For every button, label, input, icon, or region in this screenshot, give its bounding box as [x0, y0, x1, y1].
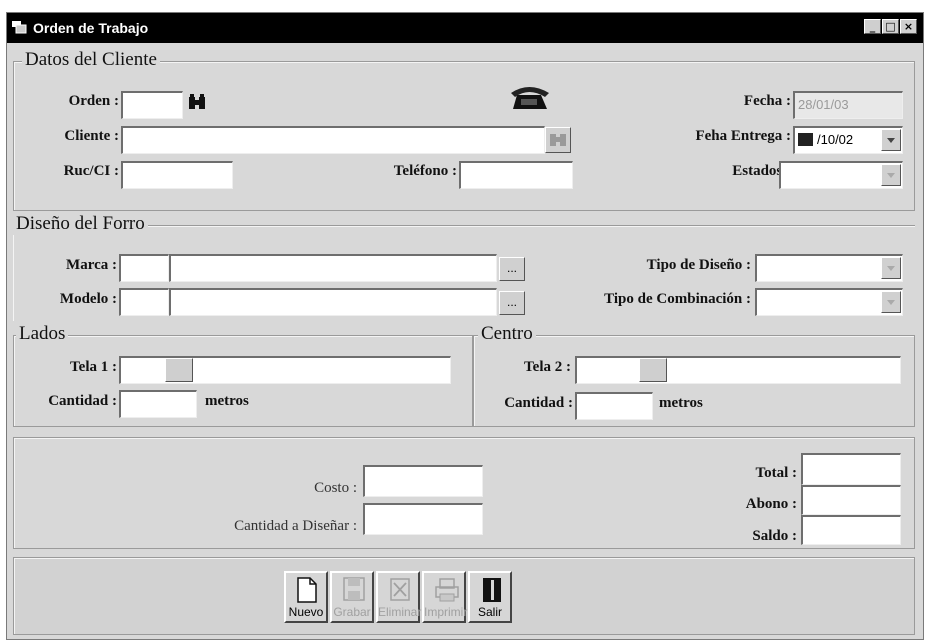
- modelo-label: Modelo :: [59, 291, 117, 307]
- window-title: Orden de Trabajo: [33, 20, 149, 36]
- costo-input[interactable]: [363, 465, 483, 497]
- ruc-input[interactable]: [121, 161, 233, 189]
- estados-select[interactable]: [779, 161, 903, 189]
- modelo-name-input[interactable]: [169, 288, 497, 316]
- orden-input[interactable]: [121, 91, 183, 119]
- phone-icon: [507, 83, 551, 122]
- feha-entrega-label: Feha Entrega :: [695, 128, 791, 144]
- exit-door-icon: [483, 578, 501, 602]
- orden-trabajo-window: Orden de Trabajo _ □ × Datos del Cliente…: [6, 12, 924, 640]
- feha-entrega-value: /10/02: [817, 132, 854, 147]
- salir-label: Salir: [477, 605, 502, 619]
- cantidad1-label: Cantidad :: [48, 393, 117, 409]
- marca-name-input[interactable]: [169, 254, 497, 282]
- tela2-label: Tela 2 :: [524, 359, 571, 375]
- diseno-forro-legend: Diseño del Forro: [13, 213, 148, 235]
- salir-button[interactable]: Salir: [468, 571, 512, 623]
- tipo-diseno-select[interactable]: [755, 254, 903, 282]
- metros1-unit: metros: [205, 393, 249, 409]
- grabar-label: Grabar: [333, 605, 371, 619]
- eliminar-button[interactable]: Eliminar: [376, 571, 422, 623]
- cantidad2-input[interactable]: [575, 392, 653, 420]
- telefono-label: Teléfono :: [393, 163, 457, 179]
- close-button[interactable]: ×: [900, 19, 917, 34]
- maximize-button[interactable]: □: [882, 19, 899, 34]
- toolbar: Nuevo Grabar Eliminar Imprimir Salir: [13, 557, 915, 635]
- new-document-icon: [297, 577, 317, 603]
- total-input[interactable]: [801, 453, 901, 485]
- marca-label: Marca :: [66, 257, 117, 273]
- imprimir-button[interactable]: Imprimir: [422, 571, 468, 623]
- eliminar-label: Eliminar: [378, 605, 422, 619]
- metros2-unit: metros: [659, 395, 703, 411]
- nuevo-button[interactable]: Nuevo: [284, 571, 328, 623]
- tipo-combinacion-label: Tipo de Combinación :: [604, 291, 751, 307]
- delete-icon: [390, 578, 410, 601]
- fecha-label: Fecha :: [743, 93, 791, 109]
- abono-label: Abono :: [745, 496, 797, 512]
- chevron-down-icon[interactable]: [881, 164, 901, 186]
- window-icon: [11, 20, 27, 34]
- save-disk-icon: [343, 577, 365, 601]
- calendar-icon: [798, 133, 813, 146]
- cliente-input[interactable]: [121, 126, 545, 154]
- lados-legend: Lados: [16, 323, 69, 345]
- binoculars-icon: [189, 94, 205, 109]
- chevron-down-icon[interactable]: [881, 257, 901, 279]
- cantidad-disenar-label: Cantidad a Diseñar :: [234, 518, 357, 534]
- tela2-slider-handle[interactable]: [639, 358, 667, 382]
- tela1-label: Tela 1 :: [70, 359, 117, 375]
- orden-search-button[interactable]: [185, 92, 211, 118]
- centro-legend: Centro: [478, 323, 536, 345]
- title-bar[interactable]: Orden de Trabajo _ □ ×: [7, 13, 923, 43]
- feha-entrega-date-picker[interactable]: /10/02: [793, 126, 903, 154]
- telefono-input[interactable]: [459, 161, 573, 189]
- estados-label: Estados :: [732, 163, 791, 179]
- grabar-button[interactable]: Grabar: [330, 571, 374, 623]
- chevron-down-icon[interactable]: [881, 291, 901, 313]
- binoculars-icon: [550, 134, 566, 146]
- cliente-label: Cliente :: [64, 128, 119, 144]
- cantidad1-input[interactable]: [119, 390, 197, 418]
- cantidad-disenar-input[interactable]: [363, 503, 483, 535]
- imprimir-label: Imprimir: [424, 605, 468, 619]
- tela1-slider-handle[interactable]: [165, 358, 193, 382]
- minimize-button[interactable]: _: [864, 19, 881, 34]
- orden-label: Orden :: [68, 93, 119, 109]
- ruc-label: Ruc/CI :: [63, 163, 119, 179]
- fecha-input[interactable]: 28/01/03: [793, 91, 903, 119]
- total-label: Total :: [755, 465, 797, 481]
- modelo-code-input[interactable]: [119, 288, 169, 316]
- tipo-combinacion-select[interactable]: [755, 288, 903, 316]
- tipo-diseno-label: Tipo de Diseño :: [646, 257, 751, 273]
- costo-label: Costo :: [314, 480, 357, 496]
- cantidad2-label: Cantidad :: [504, 395, 573, 411]
- datos-cliente-legend: Datos del Cliente: [22, 49, 160, 71]
- tela2-input[interactable]: [575, 356, 901, 384]
- nuevo-label: Nuevo: [288, 605, 324, 619]
- chevron-down-icon[interactable]: [881, 129, 901, 151]
- marca-code-input[interactable]: [119, 254, 169, 282]
- modelo-browse-button[interactable]: ...: [499, 291, 525, 315]
- saldo-input[interactable]: [801, 515, 901, 545]
- abono-input[interactable]: [801, 485, 901, 515]
- marca-browse-button[interactable]: ...: [499, 257, 525, 281]
- printer-icon: [435, 578, 459, 602]
- saldo-label: Saldo :: [752, 528, 797, 544]
- cliente-search-button[interactable]: [545, 127, 571, 153]
